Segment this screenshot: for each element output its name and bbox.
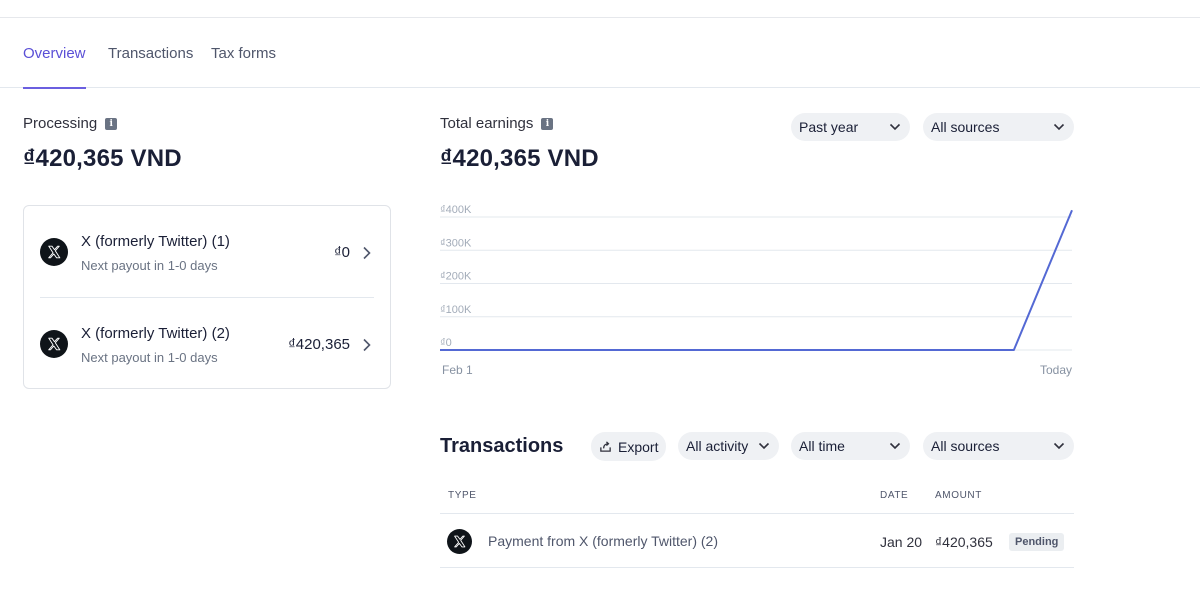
activity-select-value: All activity [686,438,749,454]
period-select-value: Past year [799,119,859,135]
export-button[interactable]: Export [591,432,666,461]
x-logo-icon [40,330,68,358]
chevron-right-icon [363,338,371,352]
payout-subtitle: Next payout in 1-0 days [81,258,218,273]
y-tick-label: ₫200K [440,271,472,283]
time-select-value: All time [799,438,845,454]
earnings-chart: ₫400K ₫300K ₫200K ₫100K ₫0 Feb 1 Today [440,204,1073,377]
tab-tax-forms[interactable]: Tax forms [211,44,276,88]
chevron-down-icon [889,123,901,131]
info-icon[interactable]: i [105,117,118,130]
transaction-date: Jan 20 [880,534,923,550]
x-logo-icon [40,238,68,266]
y-tick-label: ₫100K [440,304,472,316]
export-icon [600,441,611,452]
processing-label: Processing [23,115,98,132]
payout-row[interactable]: X (formerly Twitter) (2) Next payout in … [24,298,390,389]
source-select-value: All sources [931,119,1000,135]
chevron-right-icon [363,246,371,260]
info-icon[interactable]: i [541,117,554,130]
time-select[interactable]: All time [791,432,910,460]
chevron-down-icon [758,442,770,450]
chevron-down-icon [1053,123,1065,131]
y-tick-label: ₫300K [440,237,472,249]
transaction-description: Payment from X (formerly Twitter) (2) [488,533,719,549]
payout-row[interactable]: X (formerly Twitter) (1) Next payout in … [24,206,390,297]
x-logo-icon [447,529,472,554]
transaction-amount: ₫420,365 [935,534,993,550]
transactions-source-value: All sources [931,438,1000,454]
payout-card: X (formerly Twitter) (1) Next payout in … [23,205,391,389]
y-tick-label: ₫0 [440,337,452,349]
tab-bar: Overview Transactions Tax forms [0,44,1200,89]
period-select[interactable]: Past year [791,113,910,141]
x-tick-label: Feb 1 [442,363,473,377]
tab-transactions[interactable]: Transactions [108,44,193,88]
payout-name: X (formerly Twitter) (1) [81,233,230,250]
chevron-down-icon [889,442,901,450]
chevron-down-icon [1053,442,1065,450]
payout-name: X (formerly Twitter) (2) [81,325,230,342]
top-divider [0,17,1200,18]
table-row-divider [440,567,1074,568]
payout-amount: ₫420,365 [288,336,350,353]
table-header-divider [440,513,1074,514]
tab-overview[interactable]: Overview [23,44,86,89]
y-tick-label: ₫400K [440,204,472,216]
column-header-date: DATE [880,490,909,501]
series-line [440,209,1073,351]
processing-amount: ₫420,365 VND [23,145,182,172]
activity-select[interactable]: All activity [678,432,779,460]
processing-heading: Processing i [23,115,118,132]
source-select[interactable]: All sources [923,113,1074,141]
transactions-source-select[interactable]: All sources [923,432,1074,460]
status-badge: Pending [1009,533,1065,551]
transactions-title: Transactions [440,435,564,457]
earnings-amount: ₫420,365 VND [440,145,599,172]
payout-amount: ₫0 [333,244,350,261]
x-tick-label: Today [1040,363,1072,377]
earnings-label: Total earnings [440,115,534,132]
export-label: Export [618,438,659,455]
earnings-heading: Total earnings i [440,115,554,132]
column-header-amount: AMOUNT [935,490,982,501]
payout-subtitle: Next payout in 1-0 days [81,350,218,365]
column-header-type: TYPE [448,490,477,501]
